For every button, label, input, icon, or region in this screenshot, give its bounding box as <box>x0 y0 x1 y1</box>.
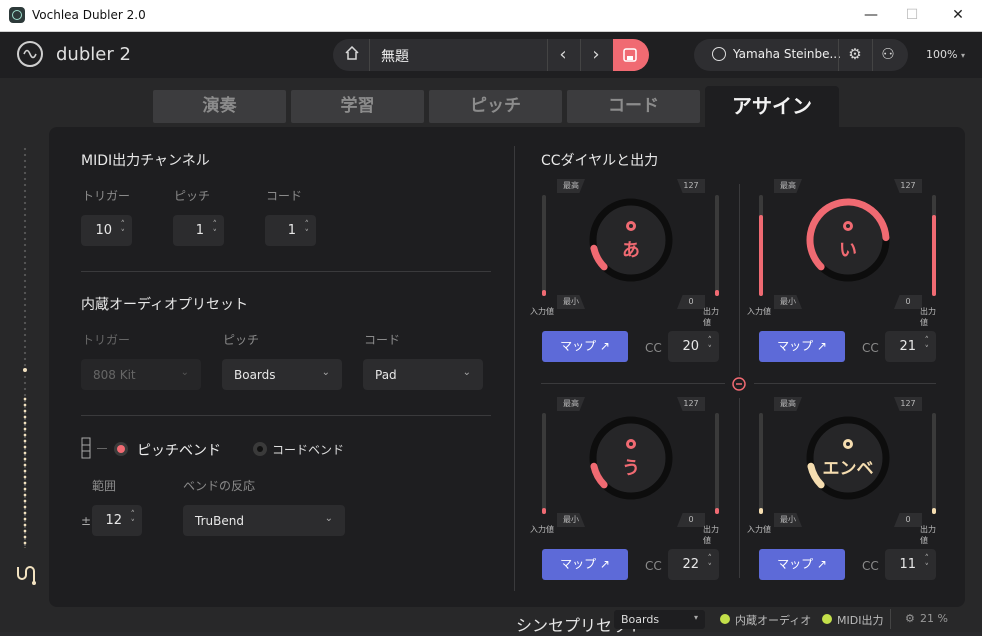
chord-bend-label[interactable]: コードベンド <box>272 441 344 458</box>
tab-pitch[interactable]: ピッチ <box>429 90 562 123</box>
cc-label: CC <box>862 559 879 573</box>
pitch-bend-radio[interactable] <box>114 442 128 456</box>
app-logo-text: dubler 2 <box>56 44 131 65</box>
zoom-level[interactable]: 100% ▾ <box>926 48 965 61</box>
pitch-bend-label[interactable]: ピッチベンド <box>137 440 221 460</box>
user-account-icon[interactable]: ⚇ <box>878 45 898 63</box>
status-bar <box>0 607 982 632</box>
output-value-label: 出力値 <box>920 525 936 545</box>
range-label: 範囲 <box>92 479 117 493</box>
audio-device-name[interactable]: Yamaha Steinbe... <box>733 47 841 61</box>
chord-bend-radio[interactable] <box>253 442 267 456</box>
preset-trigger-label: トリガー <box>82 333 131 347</box>
cc-knob-name: う <box>622 458 640 479</box>
cc-number-stepper[interactable]: 22 ˄ ˅ <box>668 549 719 580</box>
cc-label: CC <box>862 341 879 355</box>
project-name[interactable]: 無題 <box>381 46 409 66</box>
link-dials-icon[interactable] <box>731 376 747 392</box>
chord-preset-dropdown[interactable]: Pad ⌄ <box>363 359 483 390</box>
audio-preset-title: 内蔵オーディオプリセット <box>81 297 249 313</box>
cc-dial-cell: 最高 127 最小 0 入力値 出力値 い マップ ↗ CC 21 ˄ ˅ <box>747 178 938 368</box>
save-icon <box>623 48 637 62</box>
output-value-label: 出力値 <box>703 307 719 327</box>
midi-output-indicator[interactable] <box>822 614 832 624</box>
map-button[interactable]: マップ ↗ <box>542 549 628 580</box>
cc-knob-name: エンベ <box>822 459 874 479</box>
output-value-label: 出力値 <box>703 525 719 545</box>
app-icon <box>9 7 25 23</box>
pitch-preset-dropdown[interactable]: Boards ⌄ <box>222 359 342 390</box>
trigger-preset-dropdown[interactable]: 808 Kit ⌄ <box>81 359 201 390</box>
window-title: Vochlea Dubler 2.0 <box>32 8 146 22</box>
cpu-usage: 21 % <box>920 612 948 625</box>
home-icon[interactable] <box>342 45 362 64</box>
preset-pitch-label: ピッチ <box>223 333 260 347</box>
cc-label: CC <box>645 341 662 355</box>
cc-number-stepper[interactable]: 21 ˄ ˅ <box>885 331 936 362</box>
tab-learn[interactable]: 学習 <box>291 90 424 123</box>
minimize-button[interactable]: — <box>849 4 893 26</box>
title-bar: Vochlea Dubler 2.0 — ☐ ✕ <box>0 0 982 32</box>
previous-button[interactable]: ‹ <box>553 44 573 65</box>
microphone-gain-icon[interactable] <box>14 563 38 591</box>
audio-device-icon <box>712 47 726 61</box>
cc-dials-title: CCダイヤルと出力 <box>541 153 659 169</box>
cc-number-stepper[interactable]: 20 ˄ ˅ <box>668 331 719 362</box>
map-button[interactable]: マップ ↗ <box>759 331 845 362</box>
pitch-channel-stepper[interactable]: 1 ˄ ˅ <box>173 215 224 246</box>
preset-chord-label: コード <box>364 333 401 347</box>
chord-channel-stepper[interactable]: 1 ˄ ˅ <box>265 215 316 246</box>
cc-knob-name: あ <box>622 240 640 261</box>
tab-chord[interactable]: コード <box>567 90 700 123</box>
settings-gear-icon[interactable]: ⚙ <box>845 45 865 63</box>
save-button[interactable] <box>613 39 649 71</box>
internal-audio-label: 内蔵オーディオ <box>735 614 812 627</box>
close-button[interactable]: ✕ <box>936 4 980 26</box>
midi-output-title: MIDI出力チャンネル <box>81 153 210 169</box>
bend-response-label: ベンドの反応 <box>183 479 256 493</box>
map-button[interactable]: マップ ↗ <box>542 331 628 362</box>
trigger-label: トリガー <box>82 189 131 203</box>
cc-dial-cell: 最高 127 最小 0 入力値 出力値 あ マップ ↗ CC 20 ˄ ˅ <box>530 178 721 368</box>
cpu-icon: ⚙ <box>905 612 915 625</box>
tab-perform[interactable]: 演奏 <box>153 90 286 123</box>
cc-number-stepper[interactable]: 11 ˄ ˅ <box>885 549 936 580</box>
chord-label: コード <box>266 189 303 203</box>
map-button[interactable]: マップ ↗ <box>759 549 845 580</box>
tab-assign[interactable]: アサイン <box>705 86 839 127</box>
cc-label: CC <box>645 559 662 573</box>
bend-response-dropdown[interactable]: TruBend ⌄ <box>183 505 345 536</box>
pitch-label: ピッチ <box>174 189 211 203</box>
dubler-logo-icon <box>17 41 43 67</box>
synth-preset-dropdown[interactable]: Boards ▾ <box>614 610 705 629</box>
next-button[interactable]: › <box>586 44 606 65</box>
bend-toggle-icon[interactable] <box>81 437 91 459</box>
cc-dial-cell: 最高 127 最小 0 入力値 出力値 う マップ ↗ CC 22 ˄ ˅ <box>530 396 721 586</box>
maximize-button[interactable]: ☐ <box>890 4 934 26</box>
trigger-channel-stepper[interactable]: 10 ˄ ˅ <box>81 215 132 246</box>
bend-range-stepper[interactable]: 12 ˄ ˅ <box>92 505 142 536</box>
input-level-meter-fill <box>23 396 27 548</box>
range-prefix: ± <box>81 514 92 528</box>
output-value-label: 出力値 <box>920 307 936 327</box>
input-level-peak <box>23 368 27 372</box>
midi-output-label: MIDI出力 <box>837 614 884 627</box>
internal-audio-indicator[interactable] <box>720 614 730 624</box>
cc-dial-cell: 最高 127 最小 0 入力値 出力値 エンベ マップ ↗ CC 11 ˄ ˅ <box>747 396 938 586</box>
cc-knob-name: い <box>839 240 857 261</box>
